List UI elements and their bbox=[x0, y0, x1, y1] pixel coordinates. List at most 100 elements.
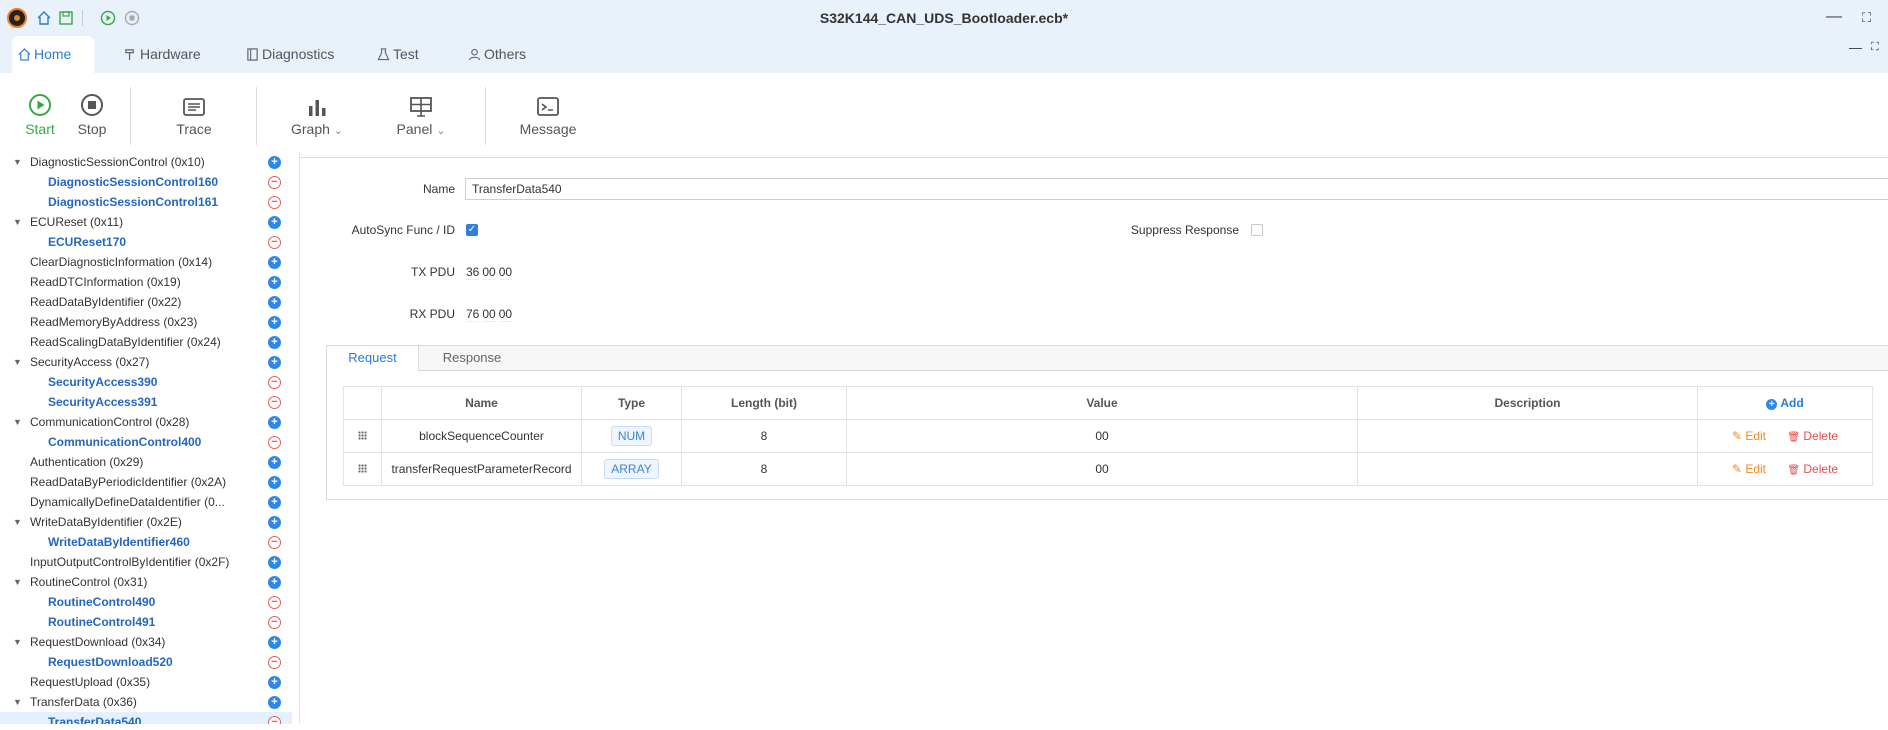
drag-handle[interactable] bbox=[343, 419, 382, 453]
add-instance-icon[interactable]: + bbox=[268, 576, 281, 589]
add-instance-icon[interactable]: + bbox=[268, 456, 281, 469]
tab-request[interactable]: Request bbox=[327, 346, 419, 371]
table-row[interactable]: blockSequenceCounter NUM 8 00 ✎ Edit 🗑 D… bbox=[343, 419, 1873, 453]
add-instance-icon[interactable]: + bbox=[268, 276, 281, 289]
add-instance-icon[interactable]: + bbox=[268, 636, 281, 649]
tree-service-item[interactable]: ▼ TransferData (0x36) + bbox=[0, 692, 292, 712]
remove-instance-icon[interactable]: − bbox=[268, 376, 281, 389]
expand-arrow-icon[interactable]: ▼ bbox=[13, 212, 22, 232]
expand-arrow-icon[interactable]: ▼ bbox=[13, 412, 22, 432]
tree-service-item[interactable]: ▼ CommunicationControl (0x28) + bbox=[0, 412, 292, 432]
tree-service-item[interactable]: ClearDiagnosticInformation (0x14) + bbox=[0, 252, 292, 272]
tab-diagnostics[interactable]: Diagnostics bbox=[240, 36, 344, 73]
tab-response[interactable]: Response bbox=[419, 346, 525, 371]
tree-instance-item[interactable]: TransferData540 − bbox=[0, 712, 292, 724]
add-instance-icon[interactable]: + bbox=[268, 556, 281, 569]
remove-instance-icon[interactable]: − bbox=[268, 616, 281, 629]
tab-hardware[interactable]: Hardware bbox=[118, 36, 208, 73]
tree-service-item[interactable]: ReadDTCInformation (0x19) + bbox=[0, 272, 292, 292]
rx-pdu-value[interactable]: 76 00 00 bbox=[466, 307, 515, 322]
maximize-button[interactable]: ⛶ bbox=[1862, 10, 1871, 26]
suppress-response-checkbox[interactable] bbox=[1251, 224, 1263, 236]
tx-pdu-value[interactable]: 36 00 00 bbox=[466, 265, 515, 280]
add-instance-icon[interactable]: + bbox=[268, 256, 281, 269]
add-instance-icon[interactable]: + bbox=[268, 216, 281, 229]
tree-service-item[interactable]: ReadDataByPeriodicIdentifier (0x2A) + bbox=[0, 472, 292, 492]
tree-instance-item[interactable]: DiagnosticSessionControl161 − bbox=[0, 192, 292, 212]
add-parameter-button[interactable]: + Add bbox=[1766, 396, 1804, 410]
add-instance-icon[interactable]: + bbox=[268, 336, 281, 349]
tree-instance-item[interactable]: RoutineControl491 − bbox=[0, 612, 292, 632]
tree-service-item[interactable]: ▼ DiagnosticSessionControl (0x10) + bbox=[0, 152, 292, 172]
tree-instance-item[interactable]: RequestDownload520 − bbox=[0, 652, 292, 672]
name-input[interactable] bbox=[465, 178, 1888, 200]
tree-service-item[interactable]: ReadMemoryByAddress (0x23) + bbox=[0, 312, 292, 332]
remove-instance-icon[interactable]: − bbox=[268, 716, 281, 724]
expand-arrow-icon[interactable]: ▼ bbox=[13, 352, 22, 372]
add-instance-icon[interactable]: + bbox=[268, 516, 281, 529]
tree-service-item[interactable]: Authentication (0x29) + bbox=[0, 452, 292, 472]
tab-test[interactable]: Test bbox=[371, 36, 435, 73]
remove-instance-icon[interactable]: − bbox=[268, 536, 281, 549]
param-value[interactable]: 00 bbox=[846, 419, 1358, 453]
stop-button[interactable]: Stop bbox=[76, 93, 108, 137]
tree-service-item[interactable]: ▼ SecurityAccess (0x27) + bbox=[0, 352, 292, 372]
autosync-checkbox[interactable]: ✓ bbox=[466, 224, 478, 236]
expand-arrow-icon[interactable]: ▼ bbox=[13, 152, 22, 172]
table-row[interactable]: transferRequestParameterRecord ARRAY 8 0… bbox=[343, 452, 1873, 486]
tree-service-item[interactable]: ReadDataByIdentifier (0x22) + bbox=[0, 292, 292, 312]
tree-instance-item[interactable]: DiagnosticSessionControl160 − bbox=[0, 172, 292, 192]
remove-instance-icon[interactable]: − bbox=[268, 656, 281, 669]
message-button[interactable]: Message bbox=[518, 97, 578, 137]
expand-arrow-icon[interactable]: ▼ bbox=[13, 632, 22, 652]
tree-service-item[interactable]: RequestUpload (0x35) + bbox=[0, 672, 292, 692]
add-instance-icon[interactable]: + bbox=[268, 296, 281, 309]
tree-instance-item[interactable]: SecurityAccess391 − bbox=[0, 392, 292, 412]
param-value[interactable]: 00 bbox=[846, 452, 1358, 486]
add-instance-icon[interactable]: + bbox=[268, 316, 281, 329]
edit-button[interactable]: ✎ Edit bbox=[1732, 462, 1766, 476]
minimize-button[interactable]: — bbox=[1826, 8, 1842, 26]
tree-service-item[interactable]: ▼ ECUReset (0x11) + bbox=[0, 212, 292, 232]
panel-button[interactable]: Panel ⌄ bbox=[393, 97, 449, 137]
expand-arrow-icon[interactable]: ▼ bbox=[13, 572, 22, 592]
tree-instance-item[interactable]: SecurityAccess390 − bbox=[0, 372, 292, 392]
tree-service-item[interactable]: InputOutputControlByIdentifier (0x2F) + bbox=[0, 552, 292, 572]
tree-service-item[interactable]: ReadScalingDataByIdentifier (0x24) + bbox=[0, 332, 292, 352]
tree-instance-item[interactable]: RoutineControl490 − bbox=[0, 592, 292, 612]
expand-arrow-icon[interactable]: ▼ bbox=[13, 692, 22, 712]
remove-instance-icon[interactable]: − bbox=[268, 596, 281, 609]
add-instance-icon[interactable]: + bbox=[268, 156, 281, 169]
add-instance-icon[interactable]: + bbox=[268, 476, 281, 489]
tree-instance-item[interactable]: ECUReset170 − bbox=[0, 232, 292, 252]
ribbon-minimize-button[interactable]: — bbox=[1849, 40, 1862, 55]
tree-instance-item[interactable]: WriteDataByIdentifier460 − bbox=[0, 532, 292, 552]
remove-instance-icon[interactable]: − bbox=[268, 396, 281, 409]
edit-button[interactable]: ✎ Edit bbox=[1732, 429, 1766, 443]
tree-instance-item[interactable]: CommunicationControl400 − bbox=[0, 432, 292, 452]
drag-handle[interactable] bbox=[343, 452, 382, 486]
delete-button[interactable]: 🗑 Delete bbox=[1787, 429, 1838, 443]
ribbon-restore-button[interactable]: ⛶ bbox=[1871, 41, 1879, 54]
add-instance-icon[interactable]: + bbox=[268, 356, 281, 369]
remove-instance-icon[interactable]: − bbox=[268, 436, 281, 449]
graph-button[interactable]: Graph ⌄ bbox=[289, 97, 345, 137]
add-instance-icon[interactable]: + bbox=[268, 496, 281, 509]
remove-instance-icon[interactable]: − bbox=[268, 196, 281, 209]
trace-button[interactable]: Trace bbox=[172, 97, 216, 137]
tab-others[interactable]: Others bbox=[462, 36, 536, 73]
start-button[interactable]: Start bbox=[22, 93, 58, 137]
tree-service-item[interactable]: ▼ RequestDownload (0x34) + bbox=[0, 632, 292, 652]
add-instance-icon[interactable]: + bbox=[268, 696, 281, 709]
remove-instance-icon[interactable]: − bbox=[268, 176, 281, 189]
tree-service-item[interactable]: ▼ WriteDataByIdentifier (0x2E) + bbox=[0, 512, 292, 532]
tab-home[interactable]: Home bbox=[12, 36, 94, 73]
add-instance-icon[interactable]: + bbox=[268, 676, 281, 689]
remove-instance-icon[interactable]: − bbox=[268, 236, 281, 249]
add-instance-icon[interactable]: + bbox=[268, 416, 281, 429]
param-description[interactable] bbox=[1357, 452, 1698, 486]
tree-service-item[interactable]: DynamicallyDefineDataIdentifier (0... + bbox=[0, 492, 292, 512]
tree-service-item[interactable]: ▼ RoutineControl (0x31) + bbox=[0, 572, 292, 592]
delete-button[interactable]: 🗑 Delete bbox=[1787, 462, 1838, 476]
param-description[interactable] bbox=[1357, 419, 1698, 453]
